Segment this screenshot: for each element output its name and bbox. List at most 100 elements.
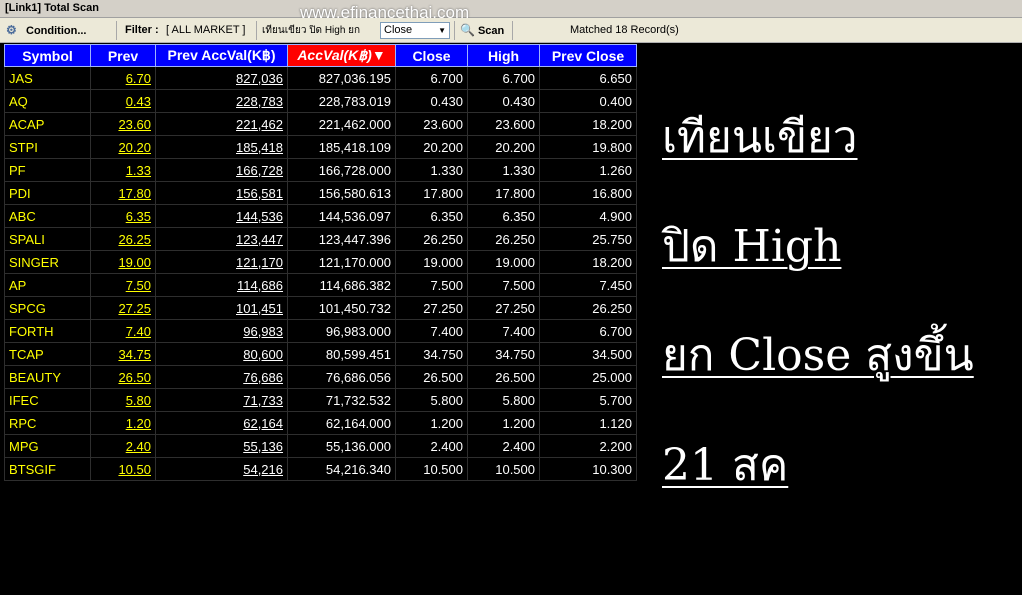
column-header-high[interactable]: High	[467, 44, 540, 67]
cell-prev-accval[interactable]: 62,164	[155, 411, 288, 435]
cell-high: 19.000	[467, 250, 540, 274]
column-header-prev[interactable]: Prev	[90, 44, 156, 67]
table-row[interactable]: RPC 1.20 62,164 62,164.000 1.200 1.200 1.120	[4, 411, 637, 435]
close-select[interactable]: Close ▼	[380, 22, 450, 39]
cell-prev-accval[interactable]: 228,783	[155, 89, 288, 113]
table-row[interactable]: BTSGIF 10.50 54,216 54,216.340 10.500 10.500 1…	[4, 457, 637, 481]
annotation-line-4: 21 สค	[662, 440, 789, 491]
table-row[interactable]: PDI 17.80 156,581 156,580.613 17.800 17.800 16…	[4, 181, 637, 205]
table-row[interactable]: STPI 20.20 185,418 185,418.109 20.200 20.200 1…	[4, 135, 637, 159]
cell-prev[interactable]: 34.75	[90, 342, 156, 366]
cell-prev[interactable]: 20.20	[90, 135, 156, 159]
cell-symbol: SPCG	[4, 296, 91, 320]
cell-symbol: IFEC	[4, 388, 91, 412]
cell-prev-close: 2.200	[539, 434, 637, 458]
cell-prev[interactable]: 10.50	[90, 457, 156, 481]
cell-high: 6.700	[467, 66, 540, 90]
column-header-accval-sorted[interactable]: AccVal(K฿)▼	[287, 44, 396, 67]
cell-prev[interactable]: 7.50	[90, 273, 156, 297]
cell-prev-close: 19.800	[539, 135, 637, 159]
cell-prev[interactable]: 23.60	[90, 112, 156, 136]
cell-high: 7.500	[467, 273, 540, 297]
cell-prev-close: 6.650	[539, 66, 637, 90]
table-row[interactable]: IFEC 5.80 71,733 71,732.532 5.800 5.800 5.700	[4, 388, 637, 412]
cell-prev-accval[interactable]: 80,600	[155, 342, 288, 366]
cell-prev-accval[interactable]: 96,983	[155, 319, 288, 343]
table-row[interactable]: TCAP 34.75 80,600 80,599.451 34.750 34.750 34.…	[4, 342, 637, 366]
table-row[interactable]: JAS 6.70 827,036 827,036.195 6.700 6.700 6.650	[4, 66, 637, 90]
cell-prev[interactable]: 2.40	[90, 434, 156, 458]
cell-prev[interactable]: 1.33	[90, 158, 156, 182]
cell-close: 1.200	[395, 411, 468, 435]
cell-prev-close: 1.260	[539, 158, 637, 182]
cell-close: 5.800	[395, 388, 468, 412]
scan-label: Scan	[477, 25, 505, 37]
cell-prev[interactable]: 0.43	[90, 89, 156, 113]
cell-accval: 76,686.056	[287, 365, 396, 389]
cell-prev-accval[interactable]: 121,170	[155, 250, 288, 274]
cell-accval: 54,216.340	[287, 457, 396, 481]
cell-symbol: BEAUTY	[4, 365, 91, 389]
table-row[interactable]: SPCG 27.25 101,451 101,450.732 27.250 27.250 2…	[4, 296, 637, 320]
filter-value[interactable]: [ ALL MARKET ]	[166, 22, 245, 39]
cell-close: 6.700	[395, 66, 468, 90]
cell-prev[interactable]: 5.80	[90, 388, 156, 412]
cell-symbol: SPALI	[4, 227, 91, 251]
cell-prev[interactable]: 26.25	[90, 227, 156, 251]
toolbar: ⚙ Condition... Filter : [ ALL MARKET ] เท…	[0, 18, 1022, 43]
cell-accval: 185,418.109	[287, 135, 396, 159]
cell-prev-close: 5.700	[539, 388, 637, 412]
cell-accval: 55,136.000	[287, 434, 396, 458]
cell-prev-accval[interactable]: 185,418	[155, 135, 288, 159]
table-row[interactable]: FORTH 7.40 96,983 96,983.000 7.400 7.400 6.700	[4, 319, 637, 343]
cell-symbol: TCAP	[4, 342, 91, 366]
cell-prev-close: 25.750	[539, 227, 637, 251]
cell-prev-accval[interactable]: 827,036	[155, 66, 288, 90]
condition-icon: ⚙	[6, 23, 17, 37]
cell-prev[interactable]: 6.70	[90, 66, 156, 90]
cell-prev-accval[interactable]: 76,686	[155, 365, 288, 389]
cell-prev-accval[interactable]: 166,728	[155, 158, 288, 182]
annotation-line-3: ยก Close สูงขึ้น	[662, 330, 974, 381]
cell-prev[interactable]: 26.50	[90, 365, 156, 389]
cell-prev[interactable]: 19.00	[90, 250, 156, 274]
cell-prev-accval[interactable]: 54,216	[155, 457, 288, 481]
window-title: [Link1] Total Scan	[0, 0, 1022, 18]
cell-close: 17.800	[395, 181, 468, 205]
cell-prev[interactable]: 7.40	[90, 319, 156, 343]
cell-prev-accval[interactable]: 221,462	[155, 112, 288, 136]
cell-accval: 144,536.097	[287, 204, 396, 228]
cell-prev-accval[interactable]: 156,581	[155, 181, 288, 205]
cell-symbol: SINGER	[4, 250, 91, 274]
cell-prev[interactable]: 6.35	[90, 204, 156, 228]
cell-prev-accval[interactable]: 55,136	[155, 434, 288, 458]
cell-prev-accval[interactable]: 114,686	[155, 273, 288, 297]
column-header-close[interactable]: Close	[395, 44, 468, 67]
annotation-line-2: ปิด High	[662, 221, 842, 272]
cell-prev-accval[interactable]: 123,447	[155, 227, 288, 251]
cell-prev-close: 18.200	[539, 112, 637, 136]
cell-prev-close: 7.450	[539, 273, 637, 297]
table-row[interactable]: MPG 2.40 55,136 55,136.000 2.400 2.400 2.200	[4, 434, 637, 458]
condition-button[interactable]: ⚙ Condition...	[6, 22, 86, 39]
table-row[interactable]: ACAP 23.60 221,462 221,462.000 23.600 23.600 1…	[4, 112, 637, 136]
cell-high: 10.500	[467, 457, 540, 481]
table-row[interactable]: SINGER 19.00 121,170 121,170.000 19.000 19.00…	[4, 250, 637, 274]
column-header-symbol[interactable]: Symbol	[4, 44, 91, 67]
cell-prev-accval[interactable]: 71,733	[155, 388, 288, 412]
cell-prev-accval[interactable]: 144,536	[155, 204, 288, 228]
scan-button[interactable]: 🔍 Scan	[460, 22, 504, 39]
table-row[interactable]: BEAUTY 26.50 76,686 76,686.056 26.500 26.500 2…	[4, 365, 637, 389]
condition-label: Condition...	[26, 25, 87, 37]
column-header-prev-close[interactable]: Prev Close	[539, 44, 637, 67]
table-row[interactable]: AQ 0.43 228,783 228,783.019 0.430 0.430 0.400	[4, 89, 637, 113]
table-row[interactable]: PF 1.33 166,728 166,728.000 1.330 1.330 1.260	[4, 158, 637, 182]
cell-prev-accval[interactable]: 101,451	[155, 296, 288, 320]
cell-prev[interactable]: 1.20	[90, 411, 156, 435]
cell-prev[interactable]: 17.80	[90, 181, 156, 205]
cell-prev[interactable]: 27.25	[90, 296, 156, 320]
table-row[interactable]: AP 7.50 114,686 114,686.382 7.500 7.500 7.450	[4, 273, 637, 297]
table-row[interactable]: ABC 6.35 144,536 144,536.097 6.350 6.350 4.900	[4, 204, 637, 228]
table-row[interactable]: SPALI 26.25 123,447 123,447.396 26.250 26.250…	[4, 227, 637, 251]
column-header-prev-accval[interactable]: Prev AccVal(K฿)	[155, 44, 288, 67]
